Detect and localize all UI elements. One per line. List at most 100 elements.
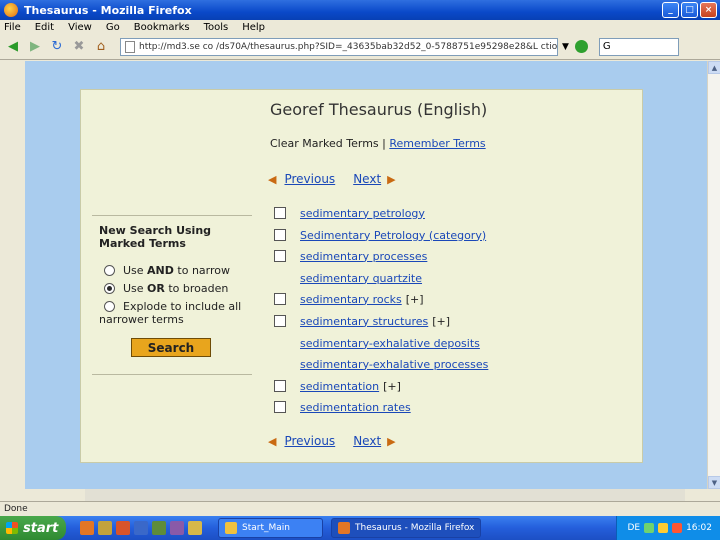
taskbar-item-start-main[interactable]: Start_Main [218, 518, 323, 538]
radio-explode[interactable]: Explode to include all [99, 300, 241, 313]
url-bar[interactable]: http://md3.se co /ds70A/thesaurus.php?SI… [120, 37, 558, 56]
window-title: Thesaurus - Mozilla Firefox [24, 3, 192, 17]
expand-term[interactable]: [+] [383, 380, 401, 393]
term-checkbox-absent [274, 272, 286, 284]
back-icon[interactable]: ◀ [4, 38, 22, 56]
previous-link[interactable]: Previous [284, 172, 335, 186]
next-link[interactable]: Next [353, 434, 381, 448]
term-link[interactable]: sedimentation rates [300, 401, 411, 414]
term-link[interactable]: sedimentation [300, 380, 379, 393]
radio-explode-input[interactable] [104, 301, 115, 312]
previous-arrow-icon[interactable]: ◀ [268, 173, 276, 186]
window-left-edge [0, 61, 25, 489]
term-row: sedimentation rates [274, 400, 411, 414]
forward-icon[interactable]: ▶ [26, 38, 44, 56]
network-icon[interactable] [644, 523, 655, 533]
volume-icon[interactable] [658, 523, 669, 533]
term-link[interactable]: sedimentary petrology [300, 207, 425, 220]
term-checkbox[interactable] [274, 250, 286, 262]
term-checkbox[interactable] [274, 315, 286, 327]
separator: | [382, 137, 386, 150]
word-quicklaunch-icon[interactable] [134, 521, 148, 535]
term-row: sedimentary quartzite [274, 271, 422, 285]
term-link[interactable]: sedimentary processes [300, 250, 427, 263]
window-icon [225, 522, 237, 534]
url-dropdown-icon[interactable]: ▼ [562, 42, 569, 52]
language-indicator[interactable]: DE [627, 523, 640, 533]
status-text: Done [4, 504, 28, 514]
term-link[interactable]: sedimentary structures [300, 315, 428, 328]
security-icon[interactable] [672, 523, 683, 533]
firefox-icon [338, 522, 350, 534]
menu-view[interactable]: View [68, 22, 92, 33]
expand-term[interactable]: [+] [406, 293, 424, 306]
term-checkbox[interactable] [274, 207, 286, 219]
reload-icon[interactable]: ↻ [48, 38, 66, 56]
window-titlebar: Thesaurus - Mozilla Firefox _ □ × [0, 0, 720, 20]
term-row: sedimentary processes [274, 249, 427, 263]
folder-quicklaunch-icon[interactable] [98, 521, 112, 535]
term-checkbox[interactable] [274, 293, 286, 305]
url-text: http://md3.se co /ds70A/thesaurus.php?SI… [139, 41, 558, 52]
radio-or[interactable]: Use OR to broaden [99, 282, 228, 295]
radio-or-input[interactable] [104, 283, 115, 294]
clear-marked-terms[interactable]: Clear Marked Terms [270, 137, 379, 150]
app3-quicklaunch-icon[interactable] [170, 521, 184, 535]
menu-edit[interactable]: Edit [35, 22, 54, 33]
start-button[interactable]: start [0, 516, 66, 540]
term-checkbox[interactable] [274, 380, 286, 392]
term-link[interactable]: sedimentary-exhalative deposits [300, 337, 480, 350]
expand-term[interactable]: [+] [432, 315, 450, 328]
next-link[interactable]: Next [353, 172, 381, 186]
term-row: sedimentary structures [+] [274, 314, 450, 328]
pager-bottom: ◀ Previous Next ▶ [268, 434, 396, 448]
scroll-down-icon[interactable]: ▼ [708, 476, 720, 489]
home-icon[interactable]: ⌂ [92, 38, 110, 56]
term-actions: Clear Marked Terms | Remember Terms [270, 137, 486, 150]
menu-bar: File Edit View Go Bookmarks Tools Help [0, 20, 720, 34]
app4-quicklaunch-icon[interactable] [188, 521, 202, 535]
term-link[interactable]: sedimentary-exhalative processes [300, 358, 488, 371]
next-arrow-icon[interactable]: ▶ [387, 173, 395, 186]
menu-bookmarks[interactable]: Bookmarks [134, 22, 190, 33]
vertical-scrollbar[interactable]: ▲ ▼ [707, 61, 720, 489]
search-button[interactable]: Search [131, 338, 211, 357]
radio-and-input[interactable] [104, 265, 115, 276]
term-checkbox-absent [274, 358, 286, 370]
radio-and[interactable]: Use AND to narrow [99, 264, 230, 277]
stop-icon[interactable]: ✖ [70, 38, 88, 56]
next-arrow-icon[interactable]: ▶ [387, 435, 395, 448]
taskbar-item-thesaurus[interactable]: Thesaurus - Mozilla Firefox [331, 518, 481, 538]
firefox-quicklaunch-icon[interactable] [80, 521, 94, 535]
menu-file[interactable]: File [4, 22, 21, 33]
horizontal-scrollbar[interactable] [85, 489, 685, 501]
close-button[interactable]: × [700, 2, 717, 18]
term-checkbox-absent [274, 337, 286, 349]
previous-arrow-icon[interactable]: ◀ [268, 435, 276, 448]
menu-help[interactable]: Help [242, 22, 265, 33]
term-link[interactable]: sedimentary rocks [300, 293, 402, 306]
sidebar-heading: New Search Using Marked Terms [99, 224, 212, 250]
term-link[interactable]: sedimentary quartzite [300, 272, 422, 285]
page-icon [125, 40, 135, 53]
maximize-button[interactable]: □ [681, 2, 698, 18]
pager-top: ◀ Previous Next ▶ [268, 172, 396, 186]
menu-tools[interactable]: Tools [204, 22, 229, 33]
go-button[interactable] [574, 40, 591, 53]
taskbar: start Start_Main Thesaurus - Mozilla Fir… [0, 516, 720, 540]
remember-terms-link[interactable]: Remember Terms [389, 137, 485, 150]
term-row: sedimentary-exhalative processes [274, 357, 488, 371]
term-checkbox[interactable] [274, 401, 286, 413]
term-link[interactable]: Sedimentary Petrology (category) [300, 229, 486, 242]
term-checkbox[interactable] [274, 229, 286, 241]
search-input[interactable]: G [598, 37, 679, 56]
app-quicklaunch-icon[interactable] [116, 521, 130, 535]
scroll-up-icon[interactable]: ▲ [708, 61, 720, 74]
menu-go[interactable]: Go [106, 22, 120, 33]
term-row: sedimentary petrology [274, 206, 425, 220]
navigation-toolbar: ◀ ▶ ↻ ✖ ⌂ http://md3.se co /ds70A/thesau… [0, 34, 720, 60]
radio-explode-continued: narrower terms [99, 313, 184, 326]
previous-link[interactable]: Previous [284, 434, 335, 448]
minimize-button[interactable]: _ [662, 2, 679, 18]
app2-quicklaunch-icon[interactable] [152, 521, 166, 535]
